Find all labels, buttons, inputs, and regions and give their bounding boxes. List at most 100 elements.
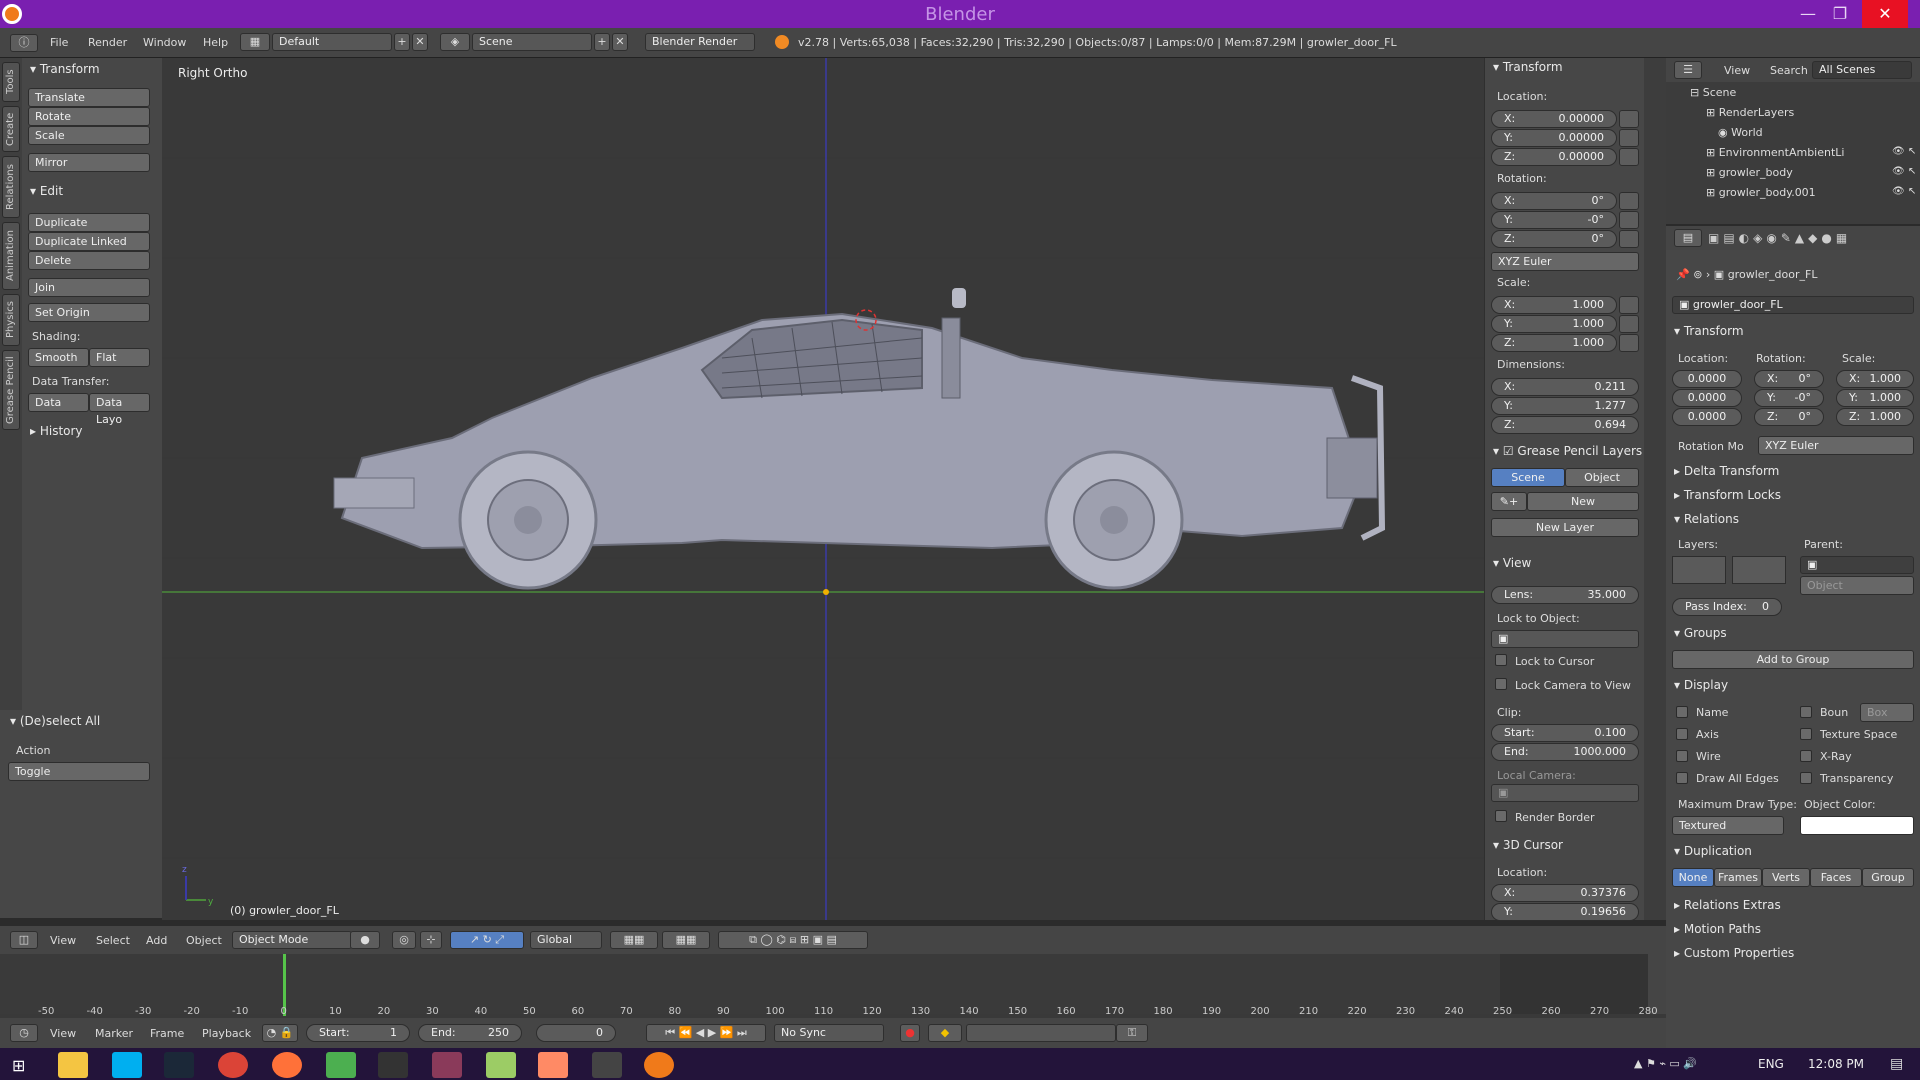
props-rotation-z[interactable]: Z: 0° [1754,408,1824,426]
deselect-all-header[interactable]: ▾ (De)select All [10,714,100,728]
menu-window[interactable]: Window [143,36,186,49]
lock-icon[interactable] [1619,211,1639,229]
visibility-eye-icon[interactable]: 👁 ↖ [1892,146,1916,157]
parent-field[interactable]: ▣ [1800,556,1914,574]
lock-camera-checkbox[interactable] [1495,678,1507,690]
current-frame-field[interactable]: 0 [536,1024,616,1042]
tab-create[interactable]: Create [2,106,20,152]
duplicate-button[interactable]: Duplicate [28,213,150,232]
dup-group-button[interactable]: Group [1862,868,1914,887]
props-scale-y[interactable]: Y: 1.000 [1836,389,1914,407]
n-location-y-field[interactable]: Y: 0.00000 [1491,129,1617,147]
scene-field[interactable]: Scene [472,33,592,51]
add-to-group-button[interactable]: Add to Group [1672,650,1914,669]
lock-to-cursor-checkbox[interactable] [1495,654,1507,666]
relations-extras-header[interactable]: ▸ Relations Extras [1674,898,1781,912]
lock-object-field[interactable]: ▣ [1491,630,1639,648]
tab-animation[interactable]: Animation [2,222,20,290]
n-rotation-z-field[interactable]: Z: 0° [1491,230,1617,248]
n-scale-z-field[interactable]: Z: 1.000 [1491,334,1617,352]
layout-add-icon[interactable]: + [394,33,410,51]
name-checkbox[interactable] [1676,706,1688,718]
select-menu[interactable]: Select [96,934,130,947]
visibility-eye-icon[interactable]: 👁 ↖ [1892,186,1916,197]
n-dimension-z-field[interactable]: Z: 0.694 [1491,416,1639,434]
props-rotation-y[interactable]: Y: -0° [1754,389,1824,407]
groups-header[interactable]: ▾ Groups [1674,626,1727,640]
tab-physics[interactable]: Physics [2,294,20,346]
3d-cursor-header[interactable]: ▾ 3D Cursor [1493,838,1563,852]
info-editor-icon[interactable]: ⓘ [10,34,38,52]
layout-remove-icon[interactable]: ✕ [412,33,428,51]
cursor-y-field[interactable]: Y: 0.19656 [1491,903,1639,921]
scene-icon[interactable]: ◈ [440,33,470,51]
mode-select[interactable]: Object Mode [232,931,352,949]
outliner-editor-icon[interactable]: ☰ [1674,61,1702,79]
display-header[interactable]: ▾ Display [1674,678,1728,692]
object-menu[interactable]: Object [186,934,222,947]
outliner-item[interactable]: ⊟ Scene [1690,86,1736,99]
texture-space-checkbox[interactable] [1800,728,1812,740]
steam-icon[interactable] [164,1052,194,1078]
duplicate-linked-button[interactable]: Duplicate Linked [28,232,150,251]
clock[interactable]: 12:08 PM [1808,1057,1864,1071]
outliner-filter-select[interactable]: All Scenes [1812,61,1912,79]
n-dimension-x-field[interactable]: X: 0.211 [1491,378,1639,396]
start-windows-icon[interactable]: ⊞ [12,1056,25,1075]
menu-file[interactable]: File [50,36,68,49]
max-draw-type-select[interactable]: Textured [1672,816,1784,835]
props-scale-z[interactable]: Z: 1.000 [1836,408,1914,426]
render-engine-select[interactable]: Blender Render [645,33,755,51]
n-rotation-mode-select[interactable]: XYZ Euler [1491,252,1639,271]
wire-checkbox[interactable] [1676,750,1688,762]
xray-checkbox[interactable] [1800,750,1812,762]
flat-button[interactable]: Flat [89,348,150,367]
props-location-x[interactable]: 0.0000 [1672,370,1742,388]
tab-grease-pencil[interactable]: Grease Pencil [2,350,20,430]
start-frame-field[interactable]: Start: 1 [306,1024,410,1042]
lock-icon[interactable] [1619,296,1639,314]
rotate-button[interactable]: Rotate [28,107,150,126]
end-frame-field[interactable]: End: 250 [418,1024,522,1042]
outliner-item[interactable]: ⊞ growler_body.001 [1706,186,1816,199]
visibility-eye-icon[interactable]: 👁 ↖ [1892,166,1916,177]
timeline-playback-menu[interactable]: Playback [202,1027,251,1040]
custom-properties-header[interactable]: ▸ Custom Properties [1674,946,1794,960]
n-location-z-field[interactable]: Z: 0.00000 [1491,148,1617,166]
transparency-checkbox[interactable] [1800,772,1812,784]
sync-select[interactable]: No Sync [774,1024,884,1042]
app-icon[interactable] [592,1052,622,1078]
timeline-marker-menu[interactable]: Marker [95,1027,133,1040]
scene-remove-icon[interactable]: ✕ [612,33,628,51]
n-rotation-y-field[interactable]: Y: -0° [1491,211,1617,229]
n-scale-x-field[interactable]: X: 1.000 [1491,296,1617,314]
history-panel-header[interactable]: ▸ History [30,424,83,438]
file-explorer-icon[interactable] [58,1052,88,1078]
3d-viewport[interactable]: y z Right Ortho (0) growler_door_FL [162,58,1484,920]
insert-keyframe-icon[interactable]: ⚿ [1116,1024,1148,1042]
layer-buttons-icon[interactable]: ▦▦ [662,931,710,949]
tab-relations[interactable]: Relations [2,156,20,218]
preview-range-icon[interactable]: ◔ 🔒 [262,1024,298,1042]
cursor-x-field[interactable]: X: 0.37376 [1491,884,1639,902]
duplication-header[interactable]: ▾ Duplication [1674,844,1752,858]
menu-render[interactable]: Render [88,36,127,49]
outliner-item[interactable]: ⊞ growler_body [1706,166,1793,179]
gp-scene-button[interactable]: Scene [1491,468,1565,487]
car-model[interactable] [333,288,1386,590]
gp-new-layer-button[interactable]: New Layer [1491,518,1639,537]
delete-button[interactable]: Delete [28,251,150,270]
shading-mode-icon[interactable]: ● [350,931,380,949]
bounds-checkbox[interactable] [1800,706,1812,718]
lock-icon[interactable] [1619,230,1639,248]
relations-header[interactable]: ▾ Relations [1674,512,1739,526]
motion-paths-header[interactable]: ▸ Motion Paths [1674,922,1761,936]
props-rotation-mode-select[interactable]: XYZ Euler [1758,436,1914,455]
lock-icon[interactable] [1619,148,1639,166]
n-transform-header[interactable]: ▾ Transform [1493,60,1563,74]
timeline-scrollbar[interactable] [1648,954,1666,1014]
lens-field[interactable]: Lens: 35.000 [1491,586,1639,604]
view-menu[interactable]: View [50,934,76,947]
props-location-z[interactable]: 0.0000 [1672,408,1742,426]
skype-icon[interactable] [112,1052,142,1078]
